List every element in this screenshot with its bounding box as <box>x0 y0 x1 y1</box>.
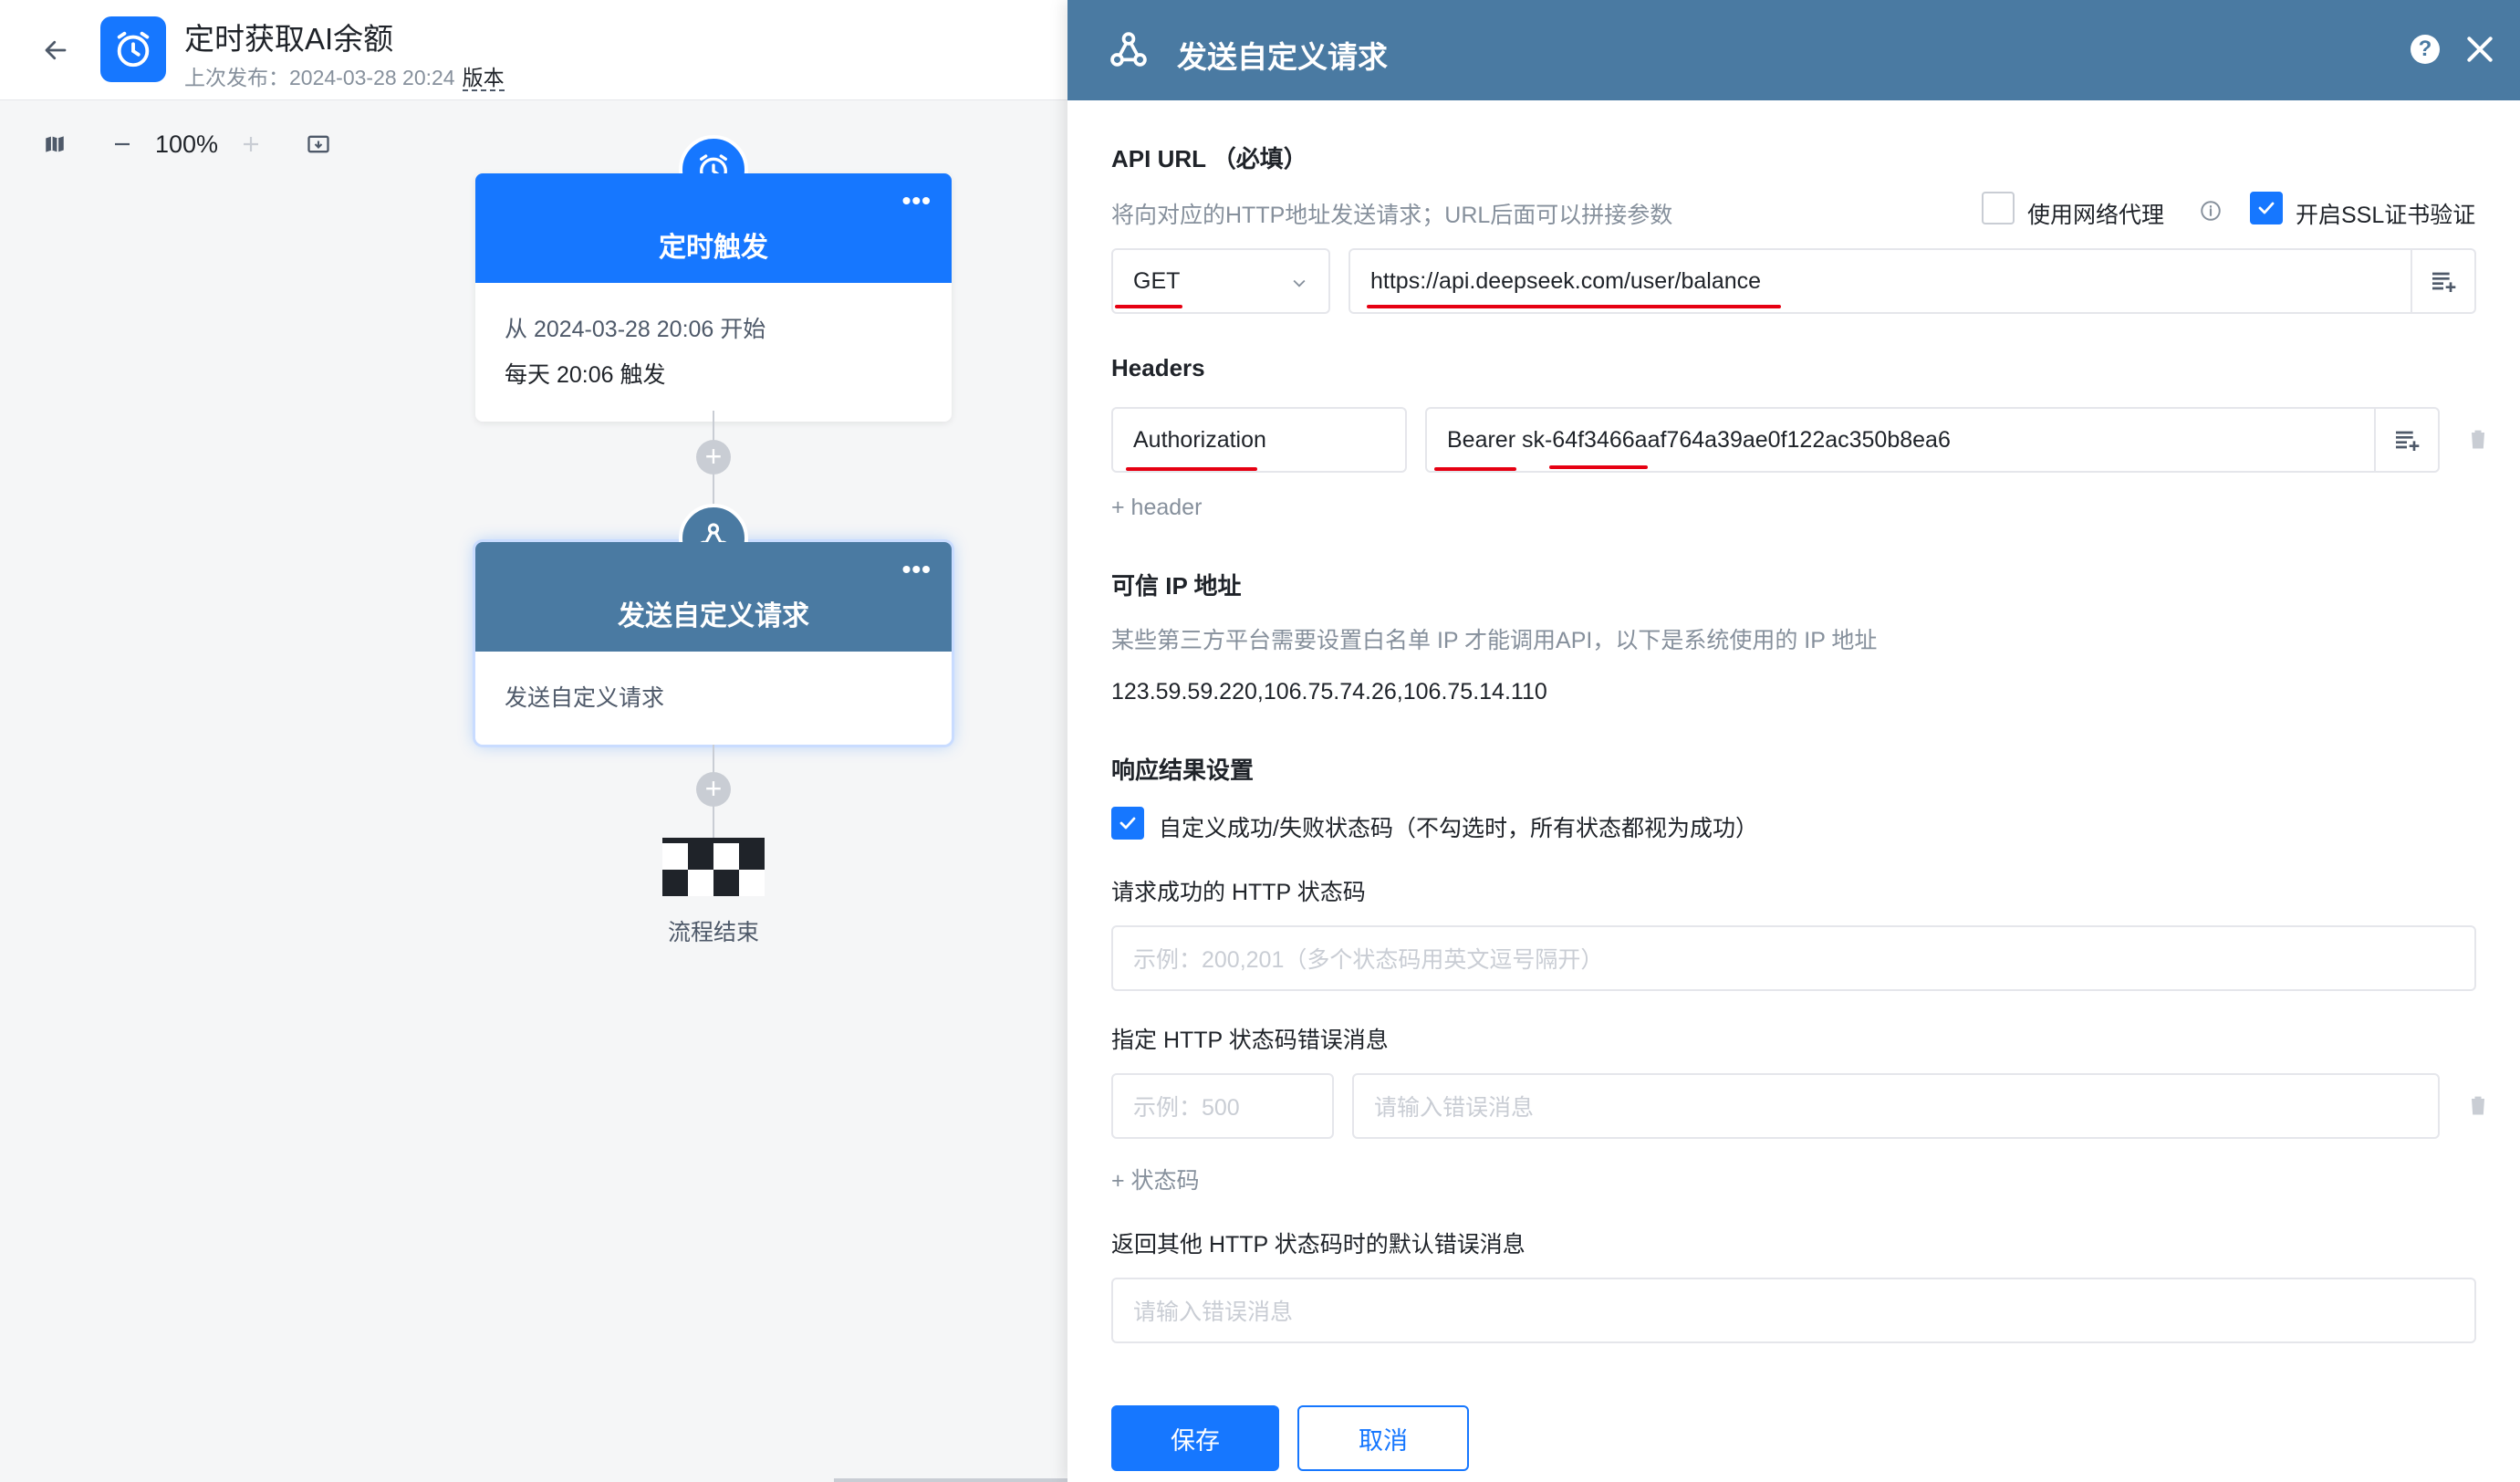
annotation-underline <box>1434 467 1516 471</box>
default-error-label: 返回其他 HTTP 状态码时的默认错误消息 <box>1111 1232 1526 1258</box>
proxy-checkbox[interactable] <box>1982 192 2015 224</box>
map-icon <box>46 136 64 152</box>
zoom-in-button[interactable] <box>233 126 269 162</box>
node-request-header: ••• 发送自定义请求 <box>475 542 952 652</box>
more-dots-icon[interactable]: ••• <box>902 186 932 215</box>
fit-screen-button[interactable] <box>300 126 337 162</box>
annotation-underline <box>1115 305 1182 308</box>
proxy-label: 使用网络代理 <box>2027 203 2165 228</box>
custom-status-checkbox[interactable] <box>1111 807 1144 840</box>
api-url-label: API URL （必填） <box>1111 145 1307 172</box>
trusted-ip-value: 123.59.59.220,106.75.74.26,106.75.14.110 <box>1111 679 1547 704</box>
zoom-in-icon <box>244 137 259 151</box>
header-value-input[interactable]: Bearer sk-64f3466aaf764a39ae0f122ac350b8… <box>1425 407 2440 473</box>
more-dots-icon[interactable]: ••• <box>902 555 932 584</box>
save-button[interactable]: 保存 <box>1111 1405 1279 1471</box>
horizontal-scrollbar[interactable] <box>834 1478 1067 1482</box>
webhook-icon <box>1110 32 1147 67</box>
trusted-ip-hint: 某些第三方平台需要设置白名单 IP 才能调用API，以下是系统使用的 IP 地址 <box>1111 628 1878 653</box>
text-insert-icon <box>2396 431 2420 451</box>
node-trigger-header: ••• 定时触发 <box>475 173 952 283</box>
add-status-code-button[interactable]: + 状态码 <box>1111 1163 1200 1195</box>
default-error-placeholder: 请输入错误消息 <box>1133 1299 1294 1325</box>
top-bar: 定时获取AI余额 上次发布：2024-03-28 20:24 版本 <box>0 0 1067 100</box>
trash-icon[interactable] <box>2465 1091 2491 1119</box>
annotation-underline <box>1367 305 1781 308</box>
node-schedule-trigger[interactable]: ••• 定时触发 从 2024-03-28 20:06 开始 每天 20:06 … <box>475 135 952 422</box>
checkmark-icon <box>2258 202 2275 214</box>
ssl-verify-label: 开启SSL证书验证 <box>2296 203 2476 228</box>
zoom-level: 100% <box>155 130 219 158</box>
app-icon <box>100 16 166 82</box>
header-value-text: Bearer sk-64f3466aaf764a39ae0f122ac350b8… <box>1447 426 1951 453</box>
ssl-verify-checkbox[interactable] <box>2250 192 2283 224</box>
error-code-input[interactable]: 示例：500 <box>1111 1073 1334 1139</box>
text-insert-icon <box>2432 272 2456 292</box>
minimap-button[interactable] <box>36 126 73 162</box>
drawer-header: 发送自定义请求 ? <box>1067 0 2520 100</box>
publish-time: 2024-03-28 20:24 <box>289 66 455 89</box>
error-message-placeholder: 请输入错误消息 <box>1374 1095 1535 1121</box>
back-arrow-icon <box>45 40 67 60</box>
url-value: https://api.deepseek.com/user/balance <box>1370 267 1762 294</box>
add-node-icon[interactable]: + <box>696 440 731 475</box>
drawer-footer: 保存 取消 <box>1067 1383 2520 1482</box>
error-msg-label: 指定 HTTP 状态码错误消息 <box>1111 1028 1389 1053</box>
node-request-title: 发送自定义请求 <box>618 601 809 631</box>
method-value: GET <box>1133 267 1181 294</box>
add-header-button[interactable]: + header <box>1111 495 1202 521</box>
add-node-icon[interactable]: + <box>696 772 731 807</box>
back-button[interactable] <box>36 31 75 69</box>
config-drawer: 发送自定义请求 ? API URL （必填） 将向对应的HTTP地址发送请求；U… <box>1067 0 2520 1482</box>
end-node-label: 流程结束 <box>667 920 759 945</box>
node-request-desc: 发送自定义请求 <box>505 685 665 711</box>
node-request-body: 发送自定义请求 <box>475 652 952 745</box>
close-icon[interactable] <box>2462 31 2498 68</box>
error-code-placeholder: 示例：500 <box>1133 1095 1240 1121</box>
api-url-hint: 将向对应的HTTP地址发送请求；URL后面可以拼接参数 <box>1111 203 1673 228</box>
chevron-down-icon <box>1293 279 1306 287</box>
help-icon[interactable]: ? <box>2411 35 2440 64</box>
workflow-canvas[interactable]: 定时获取AI余额 上次发布：2024-03-28 20:24 版本 100% ••… <box>0 0 1067 1482</box>
node-trigger-title: 定时触发 <box>659 233 768 263</box>
zoom-out-icon <box>115 142 130 146</box>
success-code-placeholder: 示例：200,201（多个状态码用英文逗号隔开） <box>1133 947 1604 973</box>
default-error-input[interactable]: 请输入错误消息 <box>1111 1278 2476 1343</box>
trusted-ip-label: 可信 IP 地址 <box>1111 572 1242 600</box>
checkmark-icon <box>1119 817 1136 830</box>
node-trigger-schedule: 每天 20:06 触发 <box>505 362 666 388</box>
insert-variable-button[interactable] <box>2411 250 2474 312</box>
checkered-flag-icon <box>662 838 765 896</box>
node-trigger-body: 从 2024-03-28 20:06 开始 每天 20:06 触发 <box>475 283 952 422</box>
annotation-underline <box>1549 465 1648 469</box>
node-trigger-start: 从 2024-03-28 20:06 开始 <box>505 317 766 342</box>
zoom-out-button[interactable] <box>104 126 141 162</box>
app-title: 定时获取AI余额 <box>184 22 394 56</box>
header-key-input[interactable]: Authorization <box>1111 407 1407 473</box>
publish-prefix: 上次发布： <box>184 66 289 89</box>
header-key-value: Authorization <box>1133 426 1266 453</box>
publish-info: 上次发布：2024-03-28 20:24 版本 <box>184 60 505 91</box>
zoom-toolbar: 100% <box>36 126 337 162</box>
node-custom-request[interactable]: ••• 发送自定义请求 发送自定义请求 <box>475 504 952 745</box>
annotation-underline <box>1126 467 1257 471</box>
custom-status-label: 自定义成功/失败状态码（不勾选时，所有状态都视为成功） <box>1159 816 1758 841</box>
alarm-clock-icon <box>117 31 150 68</box>
insert-variable-button[interactable] <box>2374 409 2438 471</box>
version-link[interactable]: 版本 <box>462 66 505 91</box>
cancel-button[interactable]: 取消 <box>1297 1405 1469 1471</box>
error-message-input[interactable]: 请输入错误消息 <box>1352 1073 2440 1139</box>
info-icon[interactable] <box>2199 199 2223 223</box>
success-code-label: 请求成功的 HTTP 状态码 <box>1111 880 1366 905</box>
trash-icon[interactable] <box>2465 425 2491 453</box>
response-settings-label: 响应结果设置 <box>1111 757 1255 784</box>
headers-label: Headers <box>1111 354 1205 381</box>
drawer-title: 发送自定义请求 <box>1177 40 1388 74</box>
success-code-input[interactable]: 示例：200,201（多个状态码用英文逗号隔开） <box>1111 925 2476 991</box>
fit-screen-icon <box>307 135 329 153</box>
